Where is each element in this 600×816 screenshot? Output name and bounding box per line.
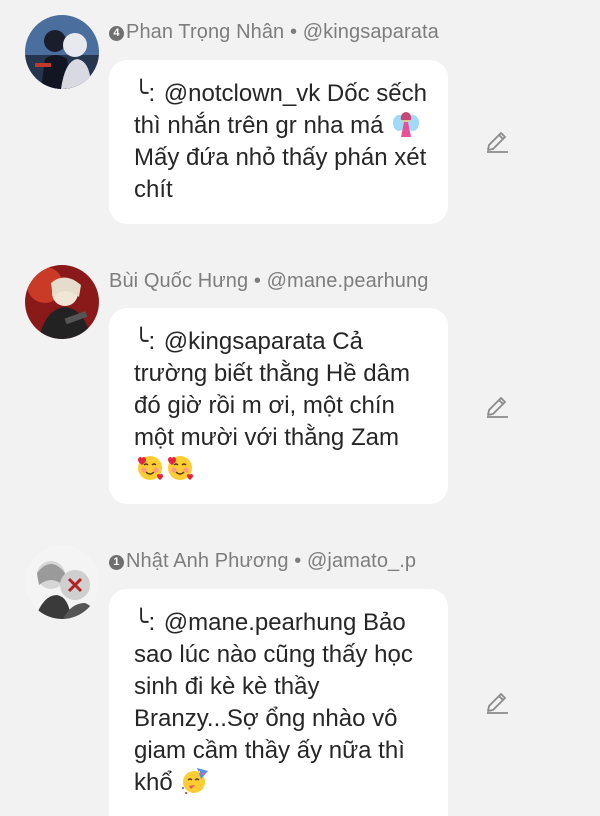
comment-bubble[interactable]: ╰: @notclown_vk Dốc sếch thì nhắn trên g…: [109, 60, 448, 224]
reply-arrow: ╰:: [134, 609, 156, 636]
author-handle[interactable]: @kingsaparata: [303, 21, 439, 43]
meta-separator: •: [294, 550, 302, 572]
author-name[interactable]: Nhật Anh Phương: [126, 550, 289, 572]
comment-text: @notclown_vk Dốc sếch thì nhắn trên gr n…: [134, 80, 427, 139]
avatar[interactable]: [25, 265, 99, 339]
comment-text: @mane.pearhung Bảo sao lúc nào cũng thấy…: [134, 609, 413, 796]
rank-badge: 4: [109, 26, 124, 41]
avatar[interactable]: [25, 545, 99, 619]
rank-badge: 1: [109, 555, 124, 570]
fairy-emoji: [392, 110, 420, 138]
meta-separator: •: [253, 270, 261, 292]
pencil-icon[interactable]: [484, 689, 510, 715]
comment-meta: 1 Nhật Anh Phương • @jamato_.p: [109, 550, 416, 573]
comment-bubble[interactable]: ╰: @mane.pearhung Bảo sao lúc nào cũng t…: [109, 589, 448, 816]
reply-arrow: ╰:: [134, 80, 156, 107]
comment-text-continued: Mấy đứa nhỏ thấy phán xét chít: [134, 144, 427, 203]
reply-arrow: ╰:: [134, 328, 156, 355]
smiling-face-with-hearts-emoji: [136, 454, 164, 482]
author-name[interactable]: Bùi Quốc Hưng: [109, 270, 248, 292]
comment-text: @kingsaparata Cả trường biết thằng Hề dâ…: [134, 328, 410, 451]
meta-separator: •: [289, 21, 298, 43]
comment-meta: Bùi Quốc Hưng • @mane.pearhung: [109, 270, 428, 293]
comment-bubble[interactable]: ╰: @kingsaparata Cả trường biết thằng Hề…: [109, 308, 448, 504]
avatar[interactable]: [25, 15, 99, 89]
comment-meta: 4 Phan Trọng Nhân • @kingsaparata: [109, 21, 439, 44]
author-handle[interactable]: @mane.pearhung: [267, 270, 429, 292]
partying-face-emoji: [181, 767, 209, 795]
author-name[interactable]: Phan Trọng Nhân: [126, 21, 284, 43]
pencil-icon[interactable]: [484, 128, 510, 154]
author-handle[interactable]: @jamato_.p: [307, 550, 416, 572]
pencil-icon[interactable]: [484, 393, 510, 419]
smiling-face-with-hearts-emoji: [166, 454, 194, 482]
